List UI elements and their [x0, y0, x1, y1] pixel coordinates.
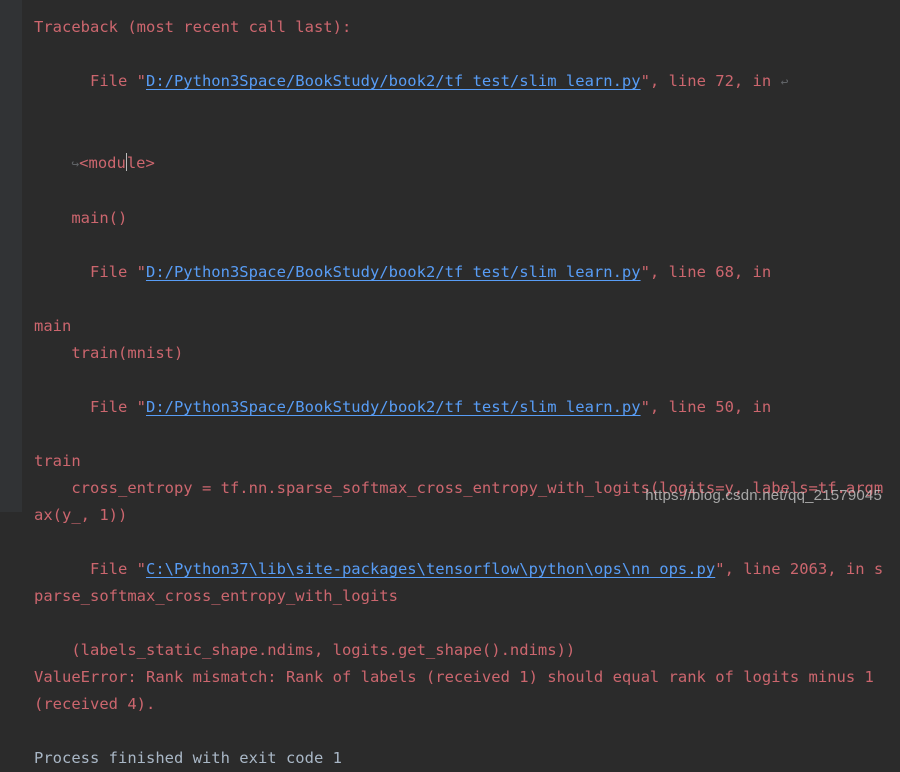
file-prefix: File ": [71, 560, 146, 578]
traceback-frame-code: main(): [34, 205, 888, 232]
traceback-header: Traceback (most recent call last):: [34, 14, 888, 41]
file-suffix: ", line 50, in: [641, 398, 781, 416]
traceback-frame-file: File "C:\Python37\lib\site-packages\tens…: [34, 529, 888, 637]
gutter: [0, 0, 22, 512]
traceback-frame-code: train(mnist): [34, 340, 888, 367]
wrap-icon: ↩: [781, 75, 789, 90]
traceback-frame-file: File "D:/Python3Space/BookStudy/book2/tf…: [34, 41, 888, 123]
traceback-frame-file: File "D:/Python3Space/BookStudy/book2/tf…: [34, 232, 888, 313]
wrap-icon: ↪: [71, 157, 79, 172]
traceback-frame-location: main: [34, 313, 888, 340]
traceback-frame-location: ↪<module>: [34, 123, 888, 205]
watermark: https://blog.csdn.net/qq_21579045: [645, 487, 882, 504]
file-prefix: File ": [71, 72, 146, 90]
file-link[interactable]: D:/Python3Space/BookStudy/book2/tf_test/…: [146, 263, 641, 281]
blank-line: [34, 718, 888, 745]
file-link[interactable]: D:/Python3Space/BookStudy/book2/tf_test/…: [146, 398, 641, 416]
traceback-frame-code: (labels_static_shape.ndims, logits.get_s…: [34, 637, 888, 664]
file-link[interactable]: C:\Python37\lib\site-packages\tensorflow…: [146, 560, 715, 578]
prev-line-fragment: [34, 0, 888, 14]
error-message: ValueError: Rank mismatch: Rank of label…: [34, 664, 888, 718]
loc-post: le>: [127, 154, 155, 172]
file-link[interactable]: D:/Python3Space/BookStudy/book2/tf_test/…: [146, 72, 641, 90]
traceback-frame-file: File "D:/Python3Space/BookStudy/book2/tf…: [34, 367, 888, 448]
loc-pre: <modu: [79, 154, 126, 172]
traceback-frame-location: train: [34, 448, 888, 475]
process-exit: Process finished with exit code 1: [34, 745, 888, 772]
console-output[interactable]: Traceback (most recent call last): File …: [22, 0, 900, 512]
file-suffix: ", line 72, in: [641, 72, 781, 90]
file-prefix: File ": [71, 398, 146, 416]
file-prefix: File ": [71, 263, 146, 281]
file-suffix: ", line 68, in: [641, 263, 781, 281]
